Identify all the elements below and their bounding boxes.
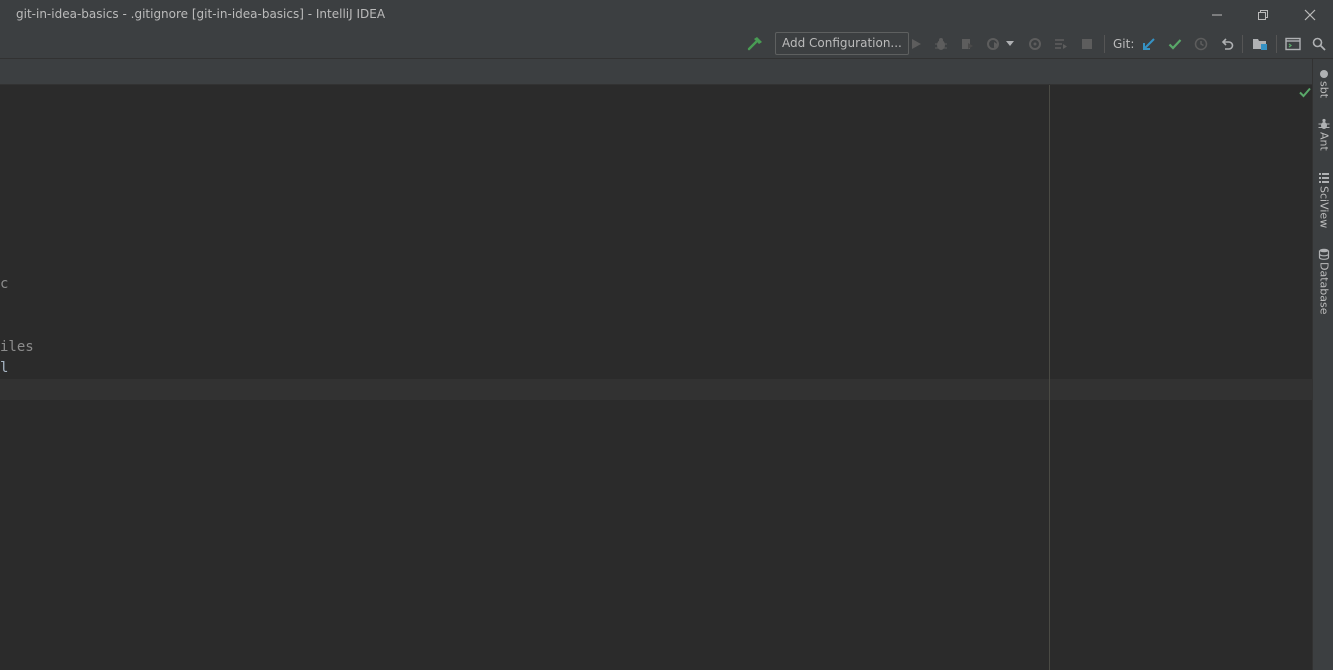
window-title: git-in-idea-basics - .gitignore [git-in-… (16, 7, 386, 21)
profile-icon (987, 38, 999, 50)
run-button[interactable] (906, 34, 926, 54)
code-line: iles (0, 339, 34, 355)
title-bar: git-in-idea-basics - .gitignore [git-in-… (0, 0, 1333, 29)
stop-icon (1082, 39, 1092, 49)
code-line: l (0, 360, 9, 376)
profile-button[interactable] (984, 34, 1004, 54)
search-everywhere-button[interactable] (1309, 34, 1329, 54)
coverage-icon (962, 39, 973, 49)
toolbar-separator (1242, 35, 1243, 53)
rollback-icon (1221, 38, 1234, 50)
git-commit-icon (1168, 39, 1182, 50)
toolbar-separator (1276, 35, 1277, 53)
search-icon (1312, 37, 1326, 51)
git-update-icon (1143, 38, 1155, 50)
bug-icon (935, 38, 947, 50)
minimize-button[interactable] (1194, 0, 1240, 29)
git-label: Git: (1113, 37, 1135, 51)
concurrency-icon (1055, 39, 1067, 49)
sidebar-tool-database[interactable]: Database (1313, 248, 1333, 315)
git-rollback-button[interactable] (1217, 34, 1237, 54)
code-editor[interactable]: c iles l (0, 85, 1312, 670)
restore-button[interactable] (1240, 0, 1286, 29)
sidebar-tool-ant[interactable]: Ant (1313, 118, 1333, 151)
git-update-button[interactable] (1139, 34, 1159, 54)
sidebar-tool-label: SciView (1317, 186, 1331, 229)
profile-dropdown[interactable] (1003, 34, 1017, 54)
history-icon (1194, 37, 1208, 51)
debug-button[interactable] (931, 34, 951, 54)
restore-icon (1258, 9, 1268, 20)
run-concurrency-button[interactable] (1051, 34, 1071, 54)
check-icon[interactable] (1298, 85, 1312, 99)
sidebar-tool-sbt[interactable]: sbt (1313, 69, 1333, 98)
toolbar-separator (1104, 35, 1105, 53)
sidebar-tool-label: Database (1317, 262, 1331, 315)
git-history-button[interactable] (1191, 34, 1211, 54)
build-project-button[interactable] (745, 34, 765, 54)
right-tool-strip: sbt Ant SciView Database (1312, 59, 1333, 670)
sidebar-tool-label: Ant (1317, 132, 1331, 151)
close-icon (1304, 9, 1316, 20)
sbt-icon (1319, 70, 1328, 78)
attach-icon (1029, 38, 1041, 50)
main-toolbar: Add Configuration... Git: (0, 29, 1333, 59)
play-icon (912, 39, 921, 49)
caret-row-highlight (0, 379, 1312, 400)
stop-button[interactable] (1077, 34, 1097, 54)
code-line: c (0, 276, 9, 292)
project-structure-icon (1253, 39, 1267, 50)
minimize-icon (1212, 14, 1222, 15)
close-button[interactable] (1287, 0, 1333, 29)
git-commit-button[interactable] (1165, 34, 1185, 54)
add-configuration-button[interactable]: Add Configuration... (775, 32, 909, 55)
run-with-coverage-button[interactable] (957, 34, 977, 54)
database-icon (1318, 248, 1329, 260)
ide-window: git-in-idea-basics - .gitignore [git-in-… (0, 0, 1333, 670)
sciview-icon (1318, 173, 1329, 183)
right-margin-guide (1049, 85, 1050, 670)
terminal-button[interactable] (1283, 34, 1303, 54)
hammer-icon (747, 37, 762, 51)
sidebar-tool-sciview[interactable]: SciView (1313, 172, 1333, 228)
project-structure-button[interactable] (1250, 34, 1270, 54)
attach-debugger-button[interactable] (1025, 34, 1045, 54)
terminal-icon (1285, 37, 1301, 51)
sidebar-tool-label: sbt (1317, 81, 1331, 99)
chevron-down-icon (1006, 41, 1014, 46)
editor-tab-strip (0, 59, 1312, 85)
ant-icon (1318, 118, 1329, 129)
